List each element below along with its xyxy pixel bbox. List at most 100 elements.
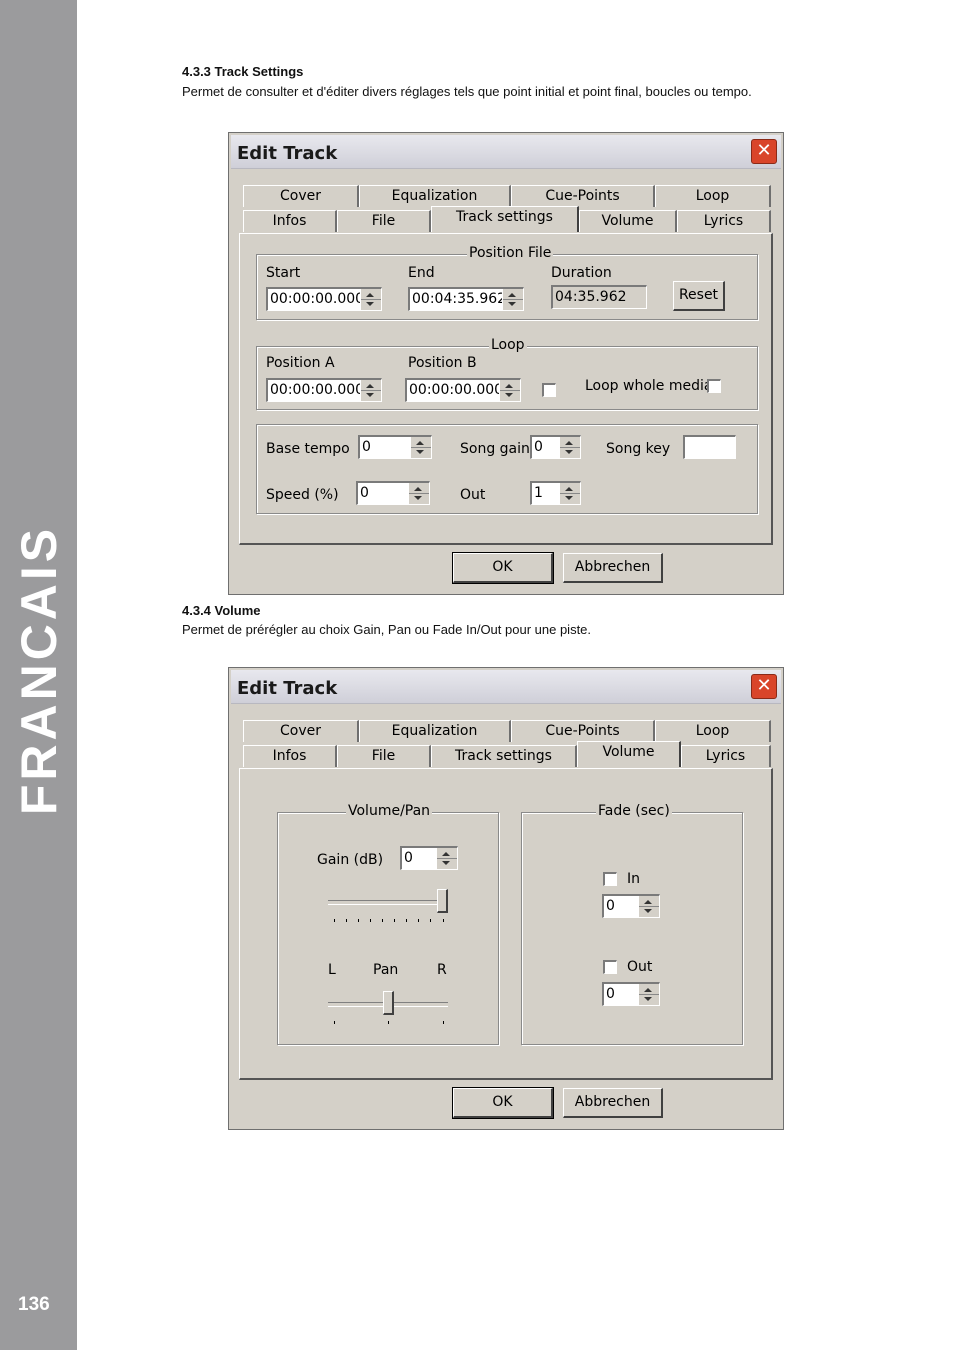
duration-field: 04:35.962	[551, 285, 647, 309]
song-gain-input[interactable]: 0	[530, 435, 581, 459]
speed-spinner[interactable]	[408, 483, 429, 504]
pan-slider[interactable]	[328, 991, 448, 1031]
tab-equalization[interactable]: Equalization	[359, 720, 511, 742]
song-key-input[interactable]	[683, 435, 736, 459]
gain-slider[interactable]	[328, 889, 448, 929]
slider-tick	[406, 919, 408, 922]
ok-button[interactable]: OK	[452, 1087, 554, 1119]
speed-input[interactable]: 0	[356, 481, 430, 505]
loop-legend: Loop	[489, 337, 527, 353]
reset-button[interactable]: Reset	[673, 281, 725, 311]
slider-tick	[442, 919, 444, 922]
tab-lyrics[interactable]: Lyrics	[677, 210, 771, 232]
tab-infos[interactable]: Infos	[243, 210, 337, 232]
tab-volume[interactable]: Volume	[577, 741, 681, 767]
out-label: Out	[460, 487, 486, 503]
gain-slider-track	[328, 900, 448, 905]
position-a-label: Position A	[266, 355, 335, 371]
fade-in-input[interactable]: 0	[602, 894, 660, 918]
fade-out-label: Out	[627, 959, 653, 975]
fade-out-input[interactable]: 0	[602, 982, 660, 1006]
tab-volume[interactable]: Volume	[579, 210, 677, 232]
position-b-input[interactable]: 00:00:00.000	[405, 378, 521, 402]
volume-pan-group: Volume/Pan Gain (dB) 0 L Pan R	[277, 803, 499, 1045]
slider-tick	[418, 919, 420, 922]
start-spinner[interactable]	[360, 289, 381, 310]
fade-out-checkbox[interactable]	[603, 960, 617, 974]
fade-out-spinner[interactable]	[638, 984, 659, 1005]
fade-out-value: 0	[606, 986, 615, 1002]
tab-panel: Position File Start End Duration 00:00:0…	[239, 233, 773, 545]
fade-in-label: In	[627, 871, 641, 887]
end-value: 00:04:35.962	[412, 291, 507, 307]
song-gain-label: Song gain	[460, 441, 530, 457]
close-icon[interactable]: ✕	[751, 139, 777, 164]
fade-legend: Fade (sec)	[596, 803, 672, 819]
dialog-title: Edit Track	[237, 143, 338, 164]
loop-group: Loop Position A Position B 00:00:00.000 …	[256, 337, 758, 410]
gain-label: Gain (dB)	[317, 852, 384, 868]
out-input[interactable]: 1	[530, 481, 581, 505]
song-gain-spinner[interactable]	[559, 437, 580, 458]
tab-cue-points[interactable]: Cue-Points	[511, 720, 655, 742]
base-tempo-value: 0	[362, 439, 371, 455]
duration-label: Duration	[551, 265, 612, 281]
slider-tick	[333, 919, 335, 922]
slider-tick	[381, 919, 383, 922]
language-label: FRANCAIS	[11, 524, 67, 816]
song-gain-value: 0	[534, 439, 543, 455]
tab-cover[interactable]: Cover	[243, 185, 359, 207]
position-a-spinner[interactable]	[360, 380, 381, 401]
out-spinner[interactable]	[559, 483, 580, 504]
pan-slider-thumb[interactable]	[382, 991, 394, 1015]
position-file-legend: Position File	[467, 245, 554, 261]
start-value: 00:00:00.000	[270, 291, 365, 307]
tab-cover[interactable]: Cover	[243, 720, 359, 742]
base-tempo-label: Base tempo	[266, 441, 350, 457]
slider-tick	[333, 1021, 335, 1024]
cancel-button[interactable]: Abbrechen	[563, 553, 663, 583]
slider-tick	[369, 919, 371, 922]
tab-cue-points[interactable]: Cue-Points	[511, 185, 655, 207]
slider-tick	[357, 919, 359, 922]
base-tempo-input[interactable]: 0	[358, 435, 432, 459]
slider-tick	[442, 1021, 444, 1024]
base-tempo-spinner[interactable]	[410, 437, 431, 458]
position-b-spinner[interactable]	[499, 380, 520, 401]
fade-group: Fade (sec) In 0 Out 0	[521, 803, 743, 1045]
tempo-group: Base tempo 0 Song gain 0 Song key Speed …	[256, 424, 758, 514]
section-text-volume: Permet de prérégler au choix Gain, Pan o…	[182, 622, 592, 637]
fade-in-value: 0	[606, 898, 615, 914]
gain-spinner[interactable]	[436, 848, 457, 869]
pan-label: Pan	[373, 962, 399, 978]
section-text-track-settings: Permet de consulter et d'éditer divers r…	[182, 84, 752, 99]
tab-file[interactable]: File	[337, 745, 431, 767]
tab-file[interactable]: File	[337, 210, 431, 232]
dialog-title: Edit Track	[237, 678, 338, 699]
close-icon[interactable]: ✕	[751, 674, 777, 699]
edit-track-dialog-track-settings: Edit Track ✕ Cover Equalization Cue-Poin…	[228, 132, 784, 595]
slider-tick	[388, 1021, 389, 1024]
start-input[interactable]: 00:00:00.000	[266, 287, 382, 311]
tab-loop[interactable]: Loop	[655, 720, 771, 742]
tab-equalization[interactable]: Equalization	[359, 185, 511, 207]
start-label: Start	[266, 265, 301, 281]
loop-whole-media-checkbox[interactable]	[707, 379, 721, 393]
gain-slider-thumb[interactable]	[437, 889, 448, 913]
gain-input[interactable]: 0	[400, 846, 458, 870]
page-number: 136	[18, 1294, 50, 1315]
cancel-button[interactable]: Abbrechen	[563, 1088, 663, 1118]
fade-in-checkbox[interactable]	[603, 872, 617, 886]
loop-checkbox[interactable]	[542, 383, 556, 397]
ok-button[interactable]: OK	[452, 552, 554, 584]
tab-infos[interactable]: Infos	[243, 745, 337, 767]
slider-tick	[394, 919, 396, 922]
end-spinner[interactable]	[502, 289, 523, 310]
tab-track-settings[interactable]: Track settings	[431, 745, 577, 767]
tab-track-settings[interactable]: Track settings	[431, 206, 579, 232]
tab-loop[interactable]: Loop	[655, 185, 771, 207]
position-a-input[interactable]: 00:00:00.000	[266, 378, 382, 402]
fade-in-spinner[interactable]	[638, 896, 659, 917]
end-input[interactable]: 00:04:35.962	[408, 287, 524, 311]
tab-lyrics[interactable]: Lyrics	[681, 745, 771, 767]
